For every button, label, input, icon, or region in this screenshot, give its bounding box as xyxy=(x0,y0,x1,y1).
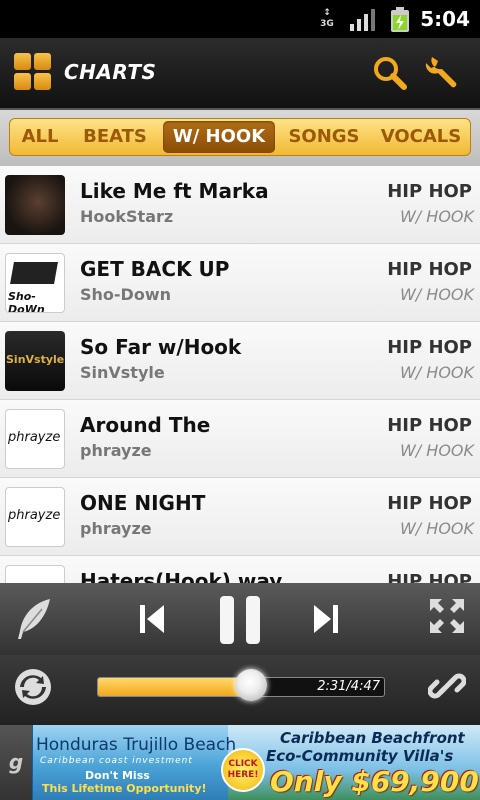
player-progress-area: 2:31/4:47 xyxy=(0,655,480,725)
menu-grid-icon[interactable] xyxy=(14,53,52,91)
signal-icon xyxy=(350,9,375,31)
track-type: W/ HOOK xyxy=(399,207,474,226)
track-artist: SinVstyle xyxy=(80,363,165,382)
feather-icon[interactable] xyxy=(14,597,54,641)
tab-beats[interactable]: BEATS xyxy=(72,119,158,155)
clock: 5:04 xyxy=(420,7,470,31)
track-list[interactable]: Like Me ft Marka HookStarz HIP HOP W/ HO… xyxy=(0,166,480,583)
ad-headline: Honduras Trujillo Beach xyxy=(36,735,237,755)
track-title: Around The xyxy=(80,413,211,437)
track-genre: HIP HOP xyxy=(387,181,472,202)
tab-all[interactable]: ALL xyxy=(14,119,66,155)
playback-time: 2:31/4:47 xyxy=(317,679,380,694)
ad-side-badge: g xyxy=(0,725,32,800)
status-bar: ↕ 3G 5:04 xyxy=(0,0,480,38)
track-type: W/ HOOK xyxy=(399,519,474,538)
ad-banner[interactable]: g Honduras Trujillo Beach Caribbean coas… xyxy=(0,725,480,800)
track-artist: phrayze xyxy=(80,441,152,460)
repeat-icon[interactable] xyxy=(14,668,52,706)
ad-title: Caribbean Beachfront xyxy=(280,729,465,747)
filter-tab-area: ALL BEATS W/ HOOK SONGS VOCALS xyxy=(0,110,480,166)
link-icon[interactable] xyxy=(428,667,466,705)
previous-track-icon[interactable] xyxy=(138,603,166,635)
ad-title: Eco-Community Villa's xyxy=(266,747,454,765)
ad-text: Don't Miss xyxy=(85,769,150,782)
track-title: Like Me ft Marka xyxy=(80,179,269,203)
list-item[interactable]: phrayze ONE NIGHT phrayze HIP HOP W/ HOO… xyxy=(0,478,480,556)
page-title: CHARTS xyxy=(64,60,157,84)
network-label: 3G xyxy=(320,19,334,29)
ad-subline: Caribbean coast investment xyxy=(40,756,193,766)
tab-w-hook[interactable]: W/ HOOK xyxy=(163,121,275,153)
track-thumbnail: Sho-DoWn xyxy=(5,253,65,313)
seek-bar[interactable]: 2:31/4:47 xyxy=(97,669,385,701)
track-type: W/ HOOK xyxy=(399,441,474,460)
filter-tabs: ALL BEATS W/ HOOK SONGS VOCALS xyxy=(9,118,471,156)
track-thumbnail: phrayze xyxy=(5,487,65,547)
track-artist: Sho-Down xyxy=(80,285,171,304)
track-genre: HIP HOP xyxy=(387,337,472,358)
media-player: 2:31/4:47 xyxy=(0,583,480,725)
tab-vocals[interactable]: VOCALS xyxy=(374,119,468,155)
track-title: ONE NIGHT xyxy=(80,491,206,515)
search-icon[interactable] xyxy=(372,55,408,91)
track-genre: HIP HOP xyxy=(387,493,472,514)
track-thumbnail: phrayze xyxy=(5,565,65,583)
track-title: Haters(Hook) way xyxy=(80,569,283,583)
track-type: W/ HOOK xyxy=(399,363,474,382)
player-controls xyxy=(0,583,480,655)
settings-wrench-icon[interactable] xyxy=(424,53,462,91)
tab-songs[interactable]: SONGS xyxy=(282,119,366,155)
seek-progress xyxy=(98,678,251,696)
pause-icon[interactable] xyxy=(218,595,262,645)
fullscreen-expand-icon[interactable] xyxy=(428,597,466,635)
ad-click-button[interactable]: CLICK HERE! xyxy=(221,748,265,792)
track-artist: HookStarz xyxy=(80,207,174,226)
track-thumbnail: phrayze xyxy=(5,409,65,469)
thumbnail-label: SinVstyle xyxy=(6,353,65,366)
ad-text: This Lifetime Opportunity! xyxy=(42,782,207,795)
track-artist: phrayze xyxy=(80,519,152,538)
battery-charging-icon xyxy=(391,7,409,32)
track-title: So Far w/Hook xyxy=(80,335,242,359)
track-thumbnail xyxy=(5,175,65,235)
track-title: GET BACK UP xyxy=(80,257,230,281)
thumbnail-label: phrayze xyxy=(8,508,61,523)
track-type: W/ HOOK xyxy=(399,285,474,304)
track-genre: HIP HOP xyxy=(387,259,472,280)
list-item[interactable]: phrayze Around The phrayze HIP HOP W/ HO… xyxy=(0,400,480,478)
ad-price: Only $69,900! xyxy=(270,765,480,798)
list-item[interactable]: Like Me ft Marka HookStarz HIP HOP W/ HO… xyxy=(0,166,480,244)
track-genre: HIP HOP xyxy=(387,415,472,436)
list-item[interactable]: phrayze Haters(Hook) way HIP HOP xyxy=(0,556,480,583)
track-genre: HIP HOP xyxy=(387,571,472,583)
next-track-icon[interactable] xyxy=(312,603,340,635)
track-thumbnail: SinVstyle xyxy=(5,331,65,391)
seek-handle[interactable] xyxy=(235,669,267,701)
list-item[interactable]: Sho-DoWn GET BACK UP Sho-Down HIP HOP W/… xyxy=(0,244,480,322)
network-3g-icon: ↕ 3G xyxy=(320,8,334,29)
thumbnail-label: Sho-DoWn xyxy=(8,290,45,313)
thumbnail-label: phrayze xyxy=(8,430,61,445)
list-item[interactable]: SinVstyle So Far w/Hook SinVstyle HIP HO… xyxy=(0,322,480,400)
app-header: CHARTS xyxy=(0,38,480,110)
